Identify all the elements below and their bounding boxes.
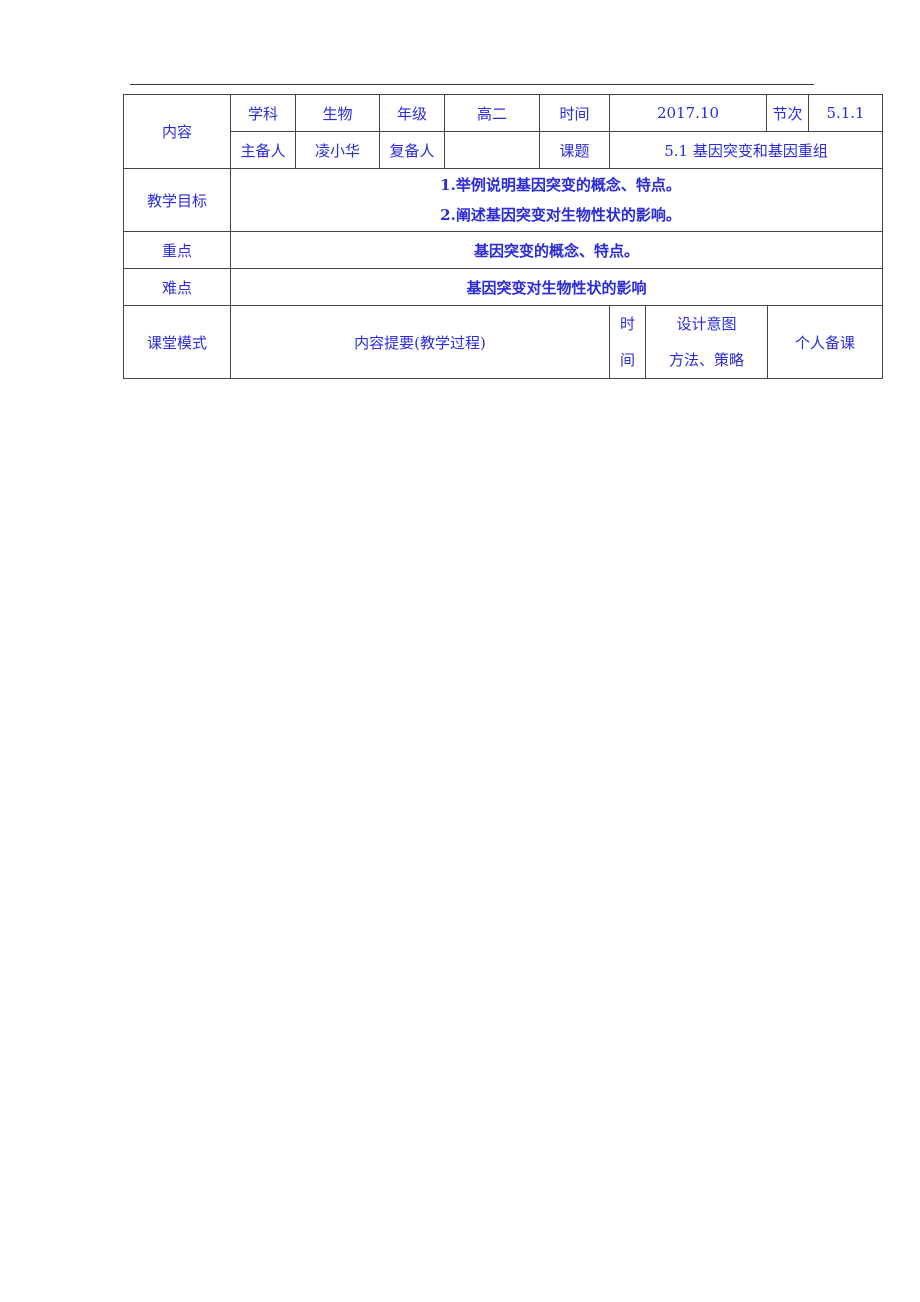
subject-label: 学科 (230, 94, 296, 132)
difficult-point-label: 难点 (123, 268, 231, 306)
personal-prep-label: 个人备课 (767, 305, 884, 379)
lesson-plan-table: 内容 学科 生物 年级 高二 时间 2017.10 节次 5.1.1 主备人 凌… (123, 94, 884, 379)
objectives-label: 教学目标 (123, 168, 231, 232)
objective-item: 1.举例说明基因突变的概念、特点。 (440, 176, 681, 194)
lead-preparer-value: 凌小华 (295, 131, 380, 169)
key-point-row: 重点 基因突变的概念、特点。 (123, 231, 884, 269)
topic-label: 课题 (538, 131, 611, 169)
lead-preparer-label: 主备人 (230, 131, 296, 169)
grade-label: 年级 (379, 94, 445, 132)
time-label: 时间 (538, 94, 611, 132)
info-row-1: 内容 学科 生物 年级 高二 时间 2017.10 节次 5.1.1 (123, 94, 884, 169)
difficult-point-value: 基因突变对生物性状的影响 (229, 268, 884, 306)
design-intent-label: 设计意图 方法、策略 (645, 305, 769, 379)
process-time-label: 时 间 (609, 305, 647, 379)
section-value: 5.1.1 (808, 94, 884, 132)
co-preparer-value (444, 131, 540, 169)
co-preparer-label: 复备人 (379, 131, 445, 169)
content-label: 内容 (123, 94, 231, 169)
mode-label: 课堂模式 (123, 305, 231, 379)
grade-value: 高二 (444, 94, 540, 132)
objective-item: 2.阐述基因突变对生物性状的影响。 (440, 206, 681, 224)
process-content-label: 内容提要(教学过程) (229, 305, 611, 379)
objectives-row: 教学目标 1.举例说明基因突变的概念、特点。 2.阐述基因突变对生物性状的影响。 (123, 168, 884, 232)
key-point-label: 重点 (123, 231, 231, 269)
difficult-point-row: 难点 基因突变对生物性状的影响 (123, 268, 884, 306)
time-value: 2017.10 (609, 94, 768, 132)
process-header-row: 课堂模式 内容提要(教学过程) 时 间 设计意图 方法、策略 个人备课 (123, 305, 884, 379)
objectives-list: 1.举例说明基因突变的概念、特点。 2.阐述基因突变对生物性状的影响。 (229, 168, 884, 232)
section-label: 节次 (766, 94, 810, 132)
header-rule (130, 84, 814, 85)
info-row-2: 主备人 凌小华 复备人 课题 5.1 基因突变和基因重组 (124, 131, 884, 169)
subject-value: 生物 (295, 94, 380, 132)
key-point-value: 基因突变的概念、特点。 (229, 231, 884, 269)
topic-value: 5.1 基因突变和基因重组 (609, 131, 884, 169)
